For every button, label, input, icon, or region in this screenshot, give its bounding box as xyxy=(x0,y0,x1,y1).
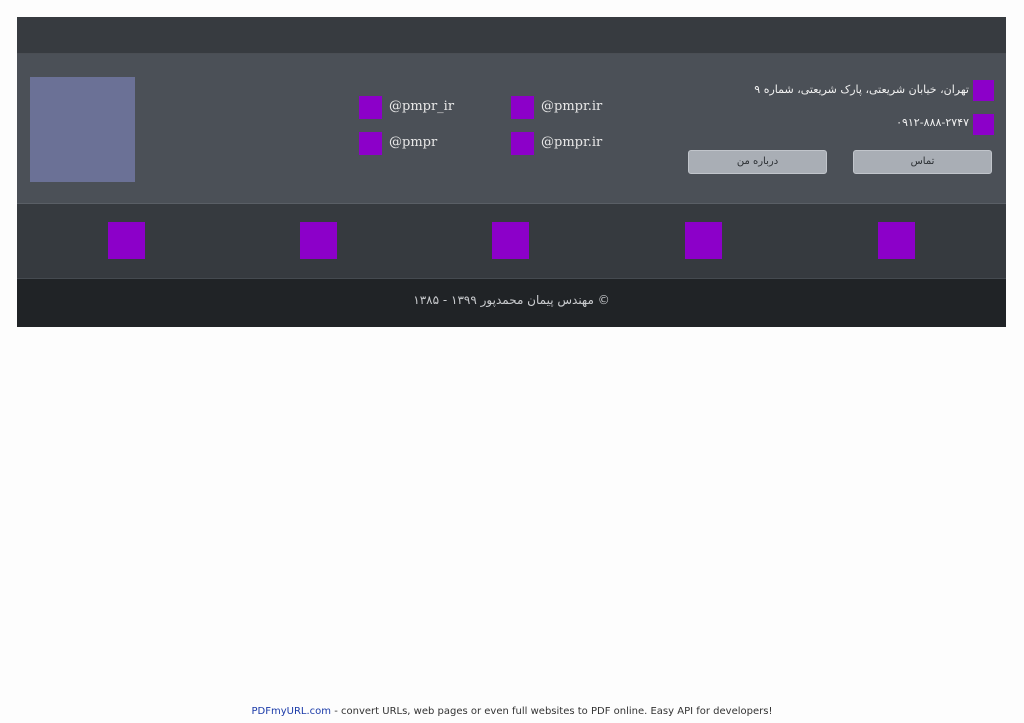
social-icon[interactable] xyxy=(511,132,534,155)
location-icon xyxy=(973,80,994,101)
phone-text[interactable]: ۰۹۱۲-۸۸۸-۲۷۴۷ xyxy=(896,116,969,129)
social-icon[interactable] xyxy=(359,96,382,119)
phone-icon xyxy=(973,114,994,135)
contact-section: @pmpr_ir @pmpr.ir @pmpr @pmpr.ir تهران، … xyxy=(17,54,1006,204)
link-icon[interactable] xyxy=(685,222,722,259)
social-handle[interactable]: @pmpr xyxy=(389,135,437,150)
social-icon[interactable] xyxy=(359,132,382,155)
social-icon[interactable] xyxy=(511,96,534,119)
link-icon[interactable] xyxy=(492,222,529,259)
address-text: تهران، خیابان شریعتی، پارک شریعتی، شماره… xyxy=(754,83,969,96)
top-bar xyxy=(17,17,1006,54)
profile-photo xyxy=(30,77,135,182)
pdfmyurl-link[interactable]: PDFmyURL.com xyxy=(252,706,332,717)
icon-link-row xyxy=(17,204,1006,279)
copyright-text: © مهندس پیمان محمدپور ۱۳۹۹ - ۱۳۸۵ xyxy=(413,293,610,307)
contact-button[interactable]: تماس xyxy=(853,150,992,174)
link-icon[interactable] xyxy=(878,222,915,259)
link-icon[interactable] xyxy=(108,222,145,259)
footer: © مهندس پیمان محمدپور ۱۳۹۹ - ۱۳۸۵ xyxy=(17,279,1006,327)
social-handle[interactable]: @pmpr_ir xyxy=(389,99,454,114)
pdf-credit: PDFmyURL.com - convert URLs, web pages o… xyxy=(0,706,1024,717)
link-icon[interactable] xyxy=(300,222,337,259)
credit-text: - convert URLs, web pages or even full w… xyxy=(331,706,773,717)
social-handle[interactable]: @pmpr.ir xyxy=(541,99,602,114)
social-handle[interactable]: @pmpr.ir xyxy=(541,135,602,150)
about-me-button[interactable]: درباره من xyxy=(688,150,827,174)
site-page: @pmpr_ir @pmpr.ir @pmpr @pmpr.ir تهران، … xyxy=(17,17,1006,327)
